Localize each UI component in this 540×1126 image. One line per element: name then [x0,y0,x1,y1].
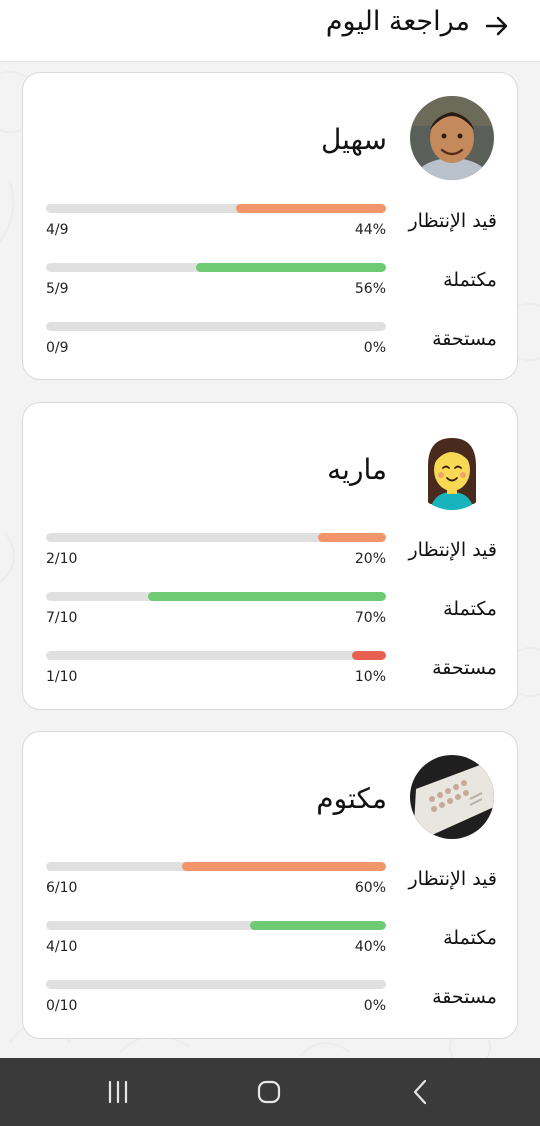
page-title: مراجعة اليوم [325,6,470,37]
overdue-label: مستحقة [432,986,497,1008]
completed-fraction: 7/10 [46,610,78,626]
stat-row-completed: مكتملة 70% 7/10 [23,592,519,642]
app-header: مراجعة اليوم [0,0,540,62]
overdue-percent: 0% [363,998,386,1014]
completed-progress-track [46,921,386,930]
stat-row-completed: مكتملة 56% 5/9 [23,263,519,313]
completed-percent: 40% [354,939,386,955]
stat-row-overdue: مستحقة 0% 0/10 [23,980,519,1030]
completed-percent: 70% [354,610,386,626]
student-card[interactable]: سهيل قيد الإنتظار 44% 4/9 مكتملة 56% 5/9… [22,72,518,380]
completed-label: مكتملة [443,269,497,291]
stat-row-pending: قيد الإنتظار 60% 6/10 [23,862,519,912]
tablet-photo-avatar [410,755,494,839]
pending-fraction: 2/10 [46,551,78,567]
child-photo-avatar [410,96,494,180]
pending-progress-track [46,533,386,542]
pending-progress-fill [236,204,386,213]
completed-progress-fill [250,921,386,930]
pending-percent: 20% [354,551,386,567]
overdue-fraction: 0/10 [46,998,78,1014]
pending-fraction: 4/9 [46,222,69,238]
pending-percent: 60% [354,880,386,896]
pending-label: قيد الإنتظار [408,539,497,561]
overdue-percent: 0% [363,340,386,356]
overdue-fraction: 1/10 [46,669,78,685]
stat-row-overdue: مستحقة 0% 0/9 [23,322,519,372]
student-card[interactable]: مكتوم قيد الإنتظار 60% 6/10 مكتملة 40% 4… [22,731,518,1039]
overdue-label: مستحقة [432,657,497,679]
girl-cartoon-avatar [410,426,494,510]
student-name: ماريه [327,453,387,486]
pending-progress-track [46,862,386,871]
completed-progress-fill [195,263,386,272]
pending-percent: 44% [354,222,386,238]
completed-progress-track [46,592,386,601]
overdue-fraction: 0/9 [46,340,69,356]
completed-progress-fill [148,592,386,601]
pending-fraction: 6/10 [46,880,78,896]
pending-label: قيد الإنتظار [408,868,497,890]
completed-fraction: 5/9 [46,281,69,297]
system-navigation-bar [0,1058,540,1126]
overdue-progress-track [46,322,386,331]
stat-row-overdue: مستحقة 10% 1/10 [23,651,519,701]
stat-row-pending: قيد الإنتظار 44% 4/9 [23,204,519,254]
pending-progress-fill [182,862,386,871]
overdue-progress-track [46,980,386,989]
overdue-progress-fill [352,651,386,660]
pending-progress-fill [318,533,386,542]
completed-percent: 56% [354,281,386,297]
overdue-progress-track [46,651,386,660]
completed-progress-track [46,263,386,272]
student-card[interactable]: ماريه قيد الإنتظار 20% 2/10 مكتملة 70% 7… [22,402,518,710]
completed-label: مكتملة [443,927,497,949]
pending-progress-track [46,204,386,213]
student-name: سهيل [320,123,387,156]
recent-apps-icon[interactable] [103,1078,133,1106]
student-name: مكتوم [316,782,387,815]
stat-row-pending: قيد الإنتظار 20% 2/10 [23,533,519,583]
back-icon[interactable] [405,1078,435,1106]
stat-row-completed: مكتملة 40% 4/10 [23,921,519,971]
completed-fraction: 4/10 [46,939,78,955]
pending-label: قيد الإنتظار [408,210,497,232]
overdue-label: مستحقة [432,328,497,350]
overdue-percent: 10% [354,669,386,685]
completed-label: مكتملة [443,598,497,620]
arrow-right-icon[interactable] [484,13,510,39]
home-icon[interactable] [254,1078,284,1106]
